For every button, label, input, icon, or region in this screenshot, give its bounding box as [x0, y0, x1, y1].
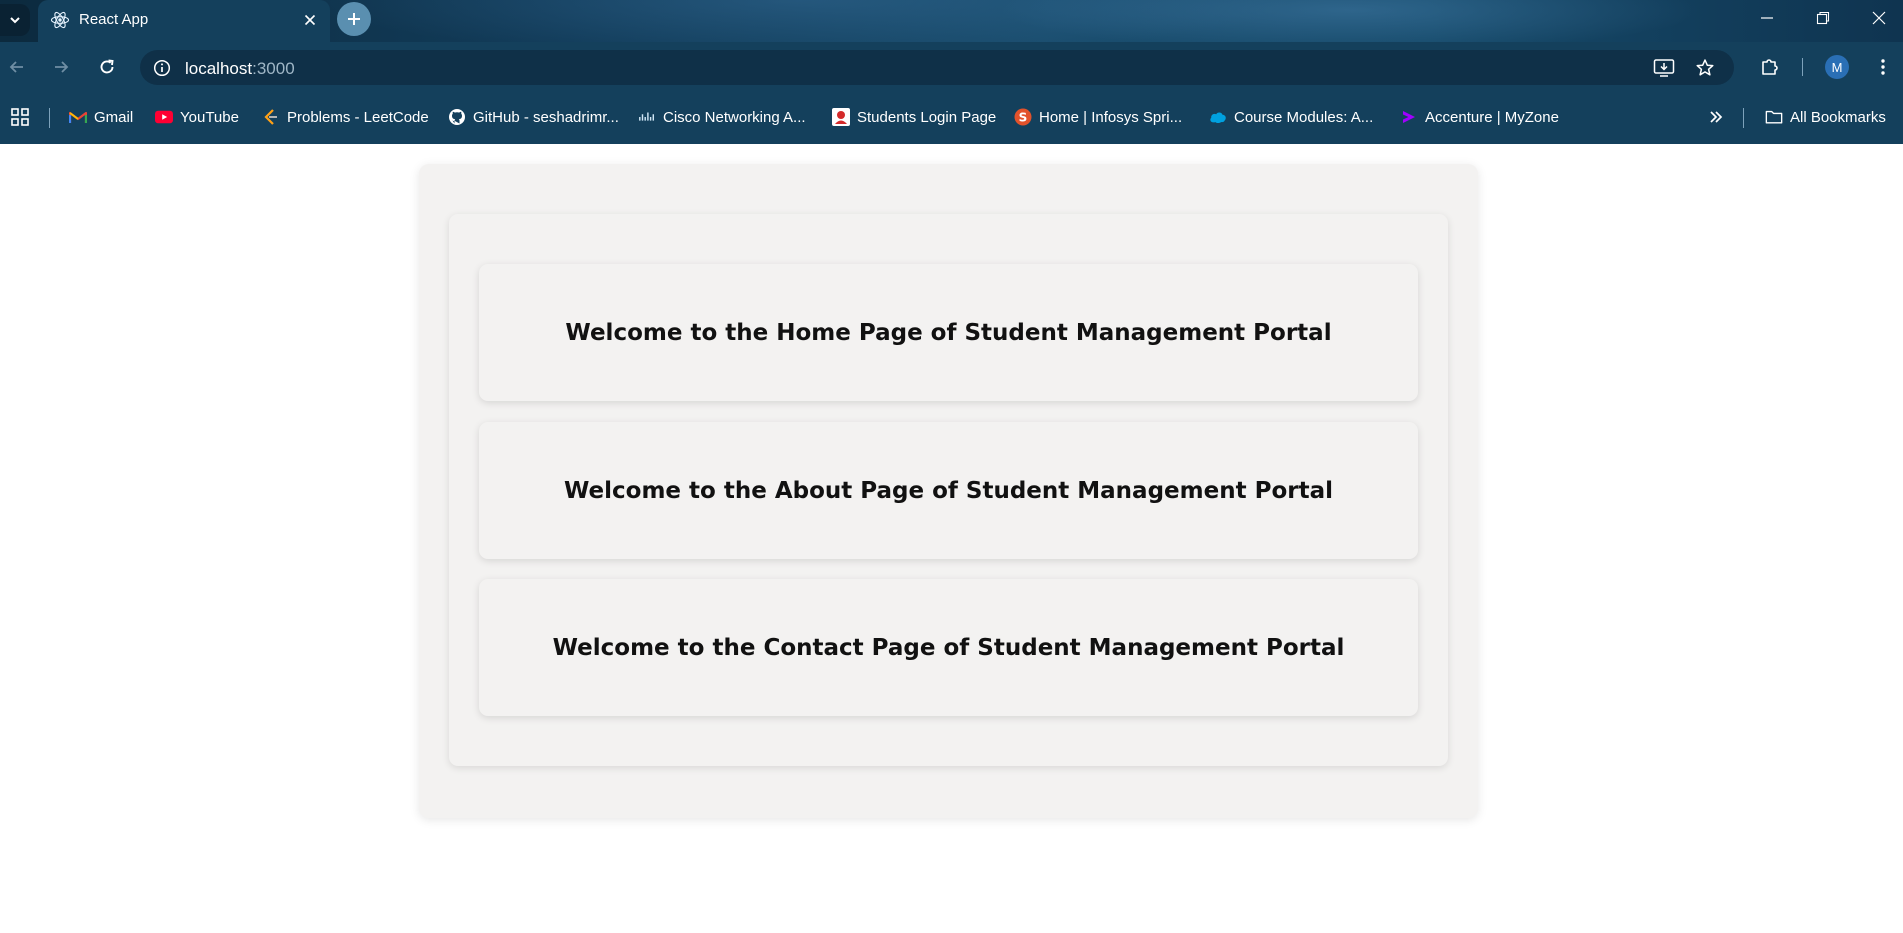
- bookmark-leetcode[interactable]: Problems - LeetCode: [262, 106, 429, 128]
- toolbar-divider: [1802, 58, 1803, 76]
- extensions-button[interactable]: [1756, 53, 1784, 81]
- contact-heading: Welcome to the Contact Page of Student M…: [552, 634, 1345, 661]
- address-bar[interactable]: localhost:3000: [140, 50, 1734, 85]
- home-section: Welcome to the Home Page of Student Mana…: [479, 264, 1418, 401]
- install-app-button[interactable]: [1652, 56, 1676, 80]
- page-viewport: Welcome to the Home Page of Student Mana…: [0, 144, 1903, 933]
- sections-panel: Welcome to the Home Page of Student Mana…: [449, 214, 1448, 766]
- youtube-icon: [155, 110, 173, 124]
- browser-title-bar: React App: [0, 0, 1903, 42]
- new-tab-button[interactable]: [337, 2, 371, 36]
- site-info-button[interactable]: [148, 54, 175, 81]
- arrow-left-icon: [9, 61, 23, 73]
- url-host: localhost: [185, 59, 253, 78]
- bookmark-accenture[interactable]: Accenture | MyZone: [1400, 106, 1559, 128]
- bookmarks-bar: Gmail YouTube Problems - LeetCode GitHub…: [0, 92, 1903, 144]
- folder-icon: [1765, 110, 1783, 124]
- about-heading: Welcome to the About Page of Student Man…: [564, 477, 1333, 504]
- more-bookmarks-button[interactable]: [1707, 106, 1725, 128]
- url-port: :3000: [252, 59, 295, 78]
- chevron-down-icon: [10, 17, 20, 24]
- students-login-icon: [832, 108, 850, 126]
- bookmark-label: Cisco Networking A...: [663, 108, 806, 126]
- infosys-icon: S: [1014, 108, 1032, 126]
- restore-icon: [1816, 11, 1830, 25]
- minimize-icon: [1761, 17, 1773, 19]
- bookmark-label: Students Login Page: [857, 108, 997, 126]
- plus-icon: [348, 13, 360, 25]
- bookmark-label: Accenture | MyZone: [1425, 108, 1559, 126]
- browser-tab-active[interactable]: React App: [38, 0, 330, 42]
- chevron-double-right-icon: [1710, 111, 1723, 123]
- bookmark-youtube[interactable]: YouTube: [155, 106, 239, 128]
- github-icon: [449, 109, 465, 125]
- bookmark-label: Gmail: [94, 108, 134, 126]
- bookmark-course-modules[interactable]: Course Modules: A...: [1209, 106, 1373, 128]
- bookmark-students-login[interactable]: Students Login Page: [832, 106, 996, 128]
- star-icon: [1696, 59, 1714, 76]
- leetcode-icon: [264, 109, 277, 125]
- bookmarks-divider: [49, 108, 50, 128]
- tab-search-button[interactable]: [0, 4, 30, 36]
- all-bookmarks-button[interactable]: All Bookmarks: [1765, 106, 1886, 128]
- bookmark-cisco[interactable]: Cisco Networking A...: [638, 106, 806, 128]
- app-container: Welcome to the Home Page of Student Mana…: [419, 164, 1478, 818]
- profile-avatar[interactable]: M: [1825, 55, 1849, 79]
- browser-menu-button[interactable]: [1869, 53, 1897, 81]
- contact-section: Welcome to the Contact Page of Student M…: [479, 579, 1418, 716]
- svg-text:S: S: [1019, 111, 1028, 125]
- browser-toolbar: localhost:3000 M: [0, 42, 1903, 92]
- arrow-right-icon: [55, 61, 69, 73]
- bookmark-gmail[interactable]: Gmail: [69, 106, 133, 128]
- bookmark-label: Problems - LeetCode: [287, 108, 429, 126]
- reload-button[interactable]: [93, 53, 121, 81]
- puzzle-icon: [1762, 59, 1778, 75]
- forward-button[interactable]: [47, 53, 75, 81]
- more-vertical-icon: [1881, 59, 1885, 75]
- close-icon: [304, 14, 316, 26]
- about-section: Welcome to the About Page of Student Man…: [479, 422, 1418, 559]
- all-bookmarks-label: All Bookmarks: [1790, 108, 1886, 126]
- bookmark-star-button[interactable]: [1693, 56, 1717, 80]
- close-icon: [1872, 11, 1886, 25]
- bookmark-infosys[interactable]: S Home | Infosys Spri...: [1014, 106, 1182, 128]
- info-icon: [153, 59, 170, 76]
- url-text: localhost:3000: [185, 59, 295, 79]
- back-button[interactable]: [3, 53, 31, 81]
- bookmark-label: Home | Infosys Spri...: [1039, 108, 1183, 126]
- bookmark-label: Course Modules: A...: [1234, 108, 1374, 126]
- home-heading: Welcome to the Home Page of Student Mana…: [565, 319, 1332, 346]
- reload-icon: [100, 59, 114, 74]
- accenture-icon: [1403, 111, 1415, 123]
- minimize-button[interactable]: [1739, 0, 1795, 36]
- cisco-icon: [639, 112, 655, 121]
- gmail-icon: [69, 111, 87, 123]
- tab-close-button[interactable]: [300, 10, 320, 30]
- install-icon: [1653, 59, 1675, 77]
- bookmark-label: YouTube: [180, 108, 239, 126]
- bookmarks-divider: [1743, 108, 1744, 128]
- react-icon: [50, 11, 70, 29]
- apps-button[interactable]: [11, 106, 29, 128]
- bookmark-github[interactable]: GitHub - seshadrimr...: [448, 106, 619, 128]
- salesforce-icon: [1210, 112, 1226, 123]
- apps-grid-icon: [11, 108, 29, 126]
- window-close-button[interactable]: [1851, 0, 1903, 36]
- tab-title: React App: [79, 11, 149, 28]
- restore-button[interactable]: [1795, 0, 1851, 36]
- bookmark-label: GitHub - seshadrimr...: [473, 108, 619, 126]
